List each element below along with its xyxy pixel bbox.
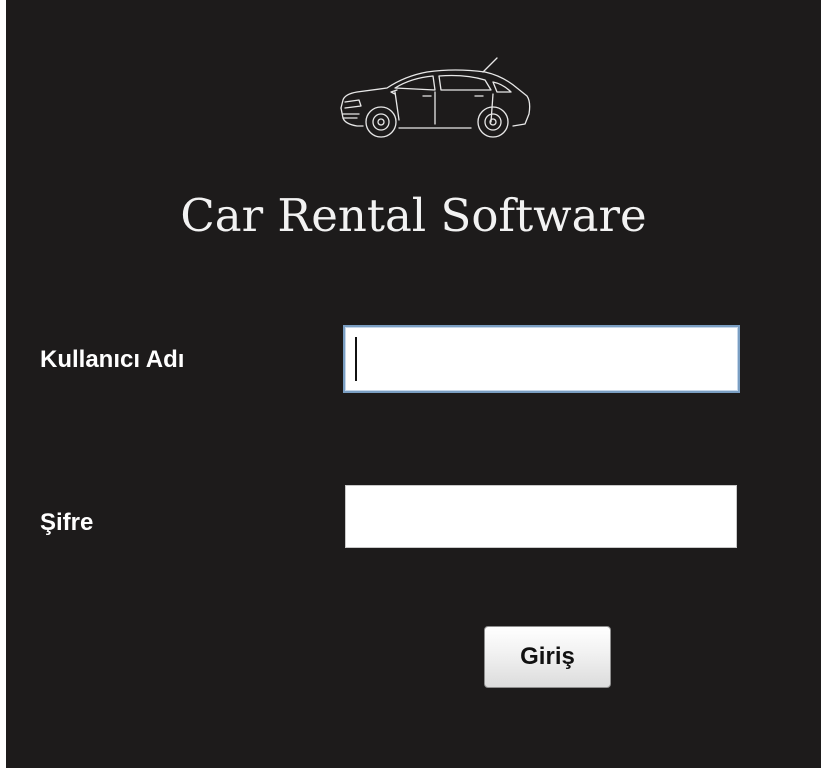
password-label: Şifre [40, 509, 94, 536]
username-input[interactable] [343, 325, 740, 393]
password-input[interactable] [345, 485, 737, 548]
car-icon [335, 56, 541, 142]
app-title: Car Rental Software [180, 189, 647, 242]
login-panel: Car Rental Software Kullanıcı Adı Şifre … [6, 0, 821, 768]
login-button[interactable]: Giriş [484, 626, 611, 688]
username-label: Kullanıcı Adı [40, 346, 185, 373]
